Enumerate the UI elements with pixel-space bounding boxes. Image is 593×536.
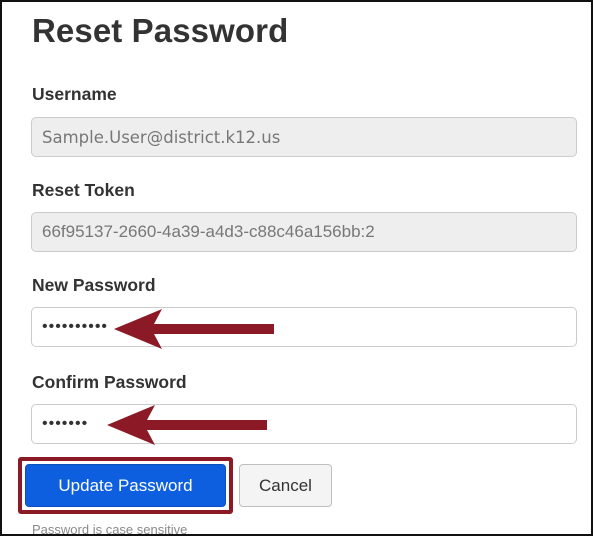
update-password-button[interactable]: Update Password xyxy=(25,464,226,507)
cancel-button[interactable]: Cancel xyxy=(239,464,332,507)
reset-password-panel: Reset Password Username Sample.User@dist… xyxy=(0,0,593,536)
reset-token-field[interactable]: 66f95137-2660-4a39-a4d3-c88c46a156bb:2 xyxy=(31,212,577,252)
confirm-password-label: Confirm Password xyxy=(32,372,187,392)
page-title: Reset Password xyxy=(32,12,289,49)
username-label: Username xyxy=(32,84,117,104)
arrow-annotation-new-password xyxy=(114,309,274,349)
arrow-annotation-confirm-password xyxy=(107,405,267,445)
reset-token-label: Reset Token xyxy=(32,180,135,200)
new-password-field[interactable]: •••••••••• xyxy=(31,307,577,347)
new-password-label: New Password xyxy=(32,275,156,295)
username-field[interactable]: Sample.User@district.k12.us xyxy=(31,117,577,157)
help-text: Password is case sensitive xyxy=(32,522,188,536)
